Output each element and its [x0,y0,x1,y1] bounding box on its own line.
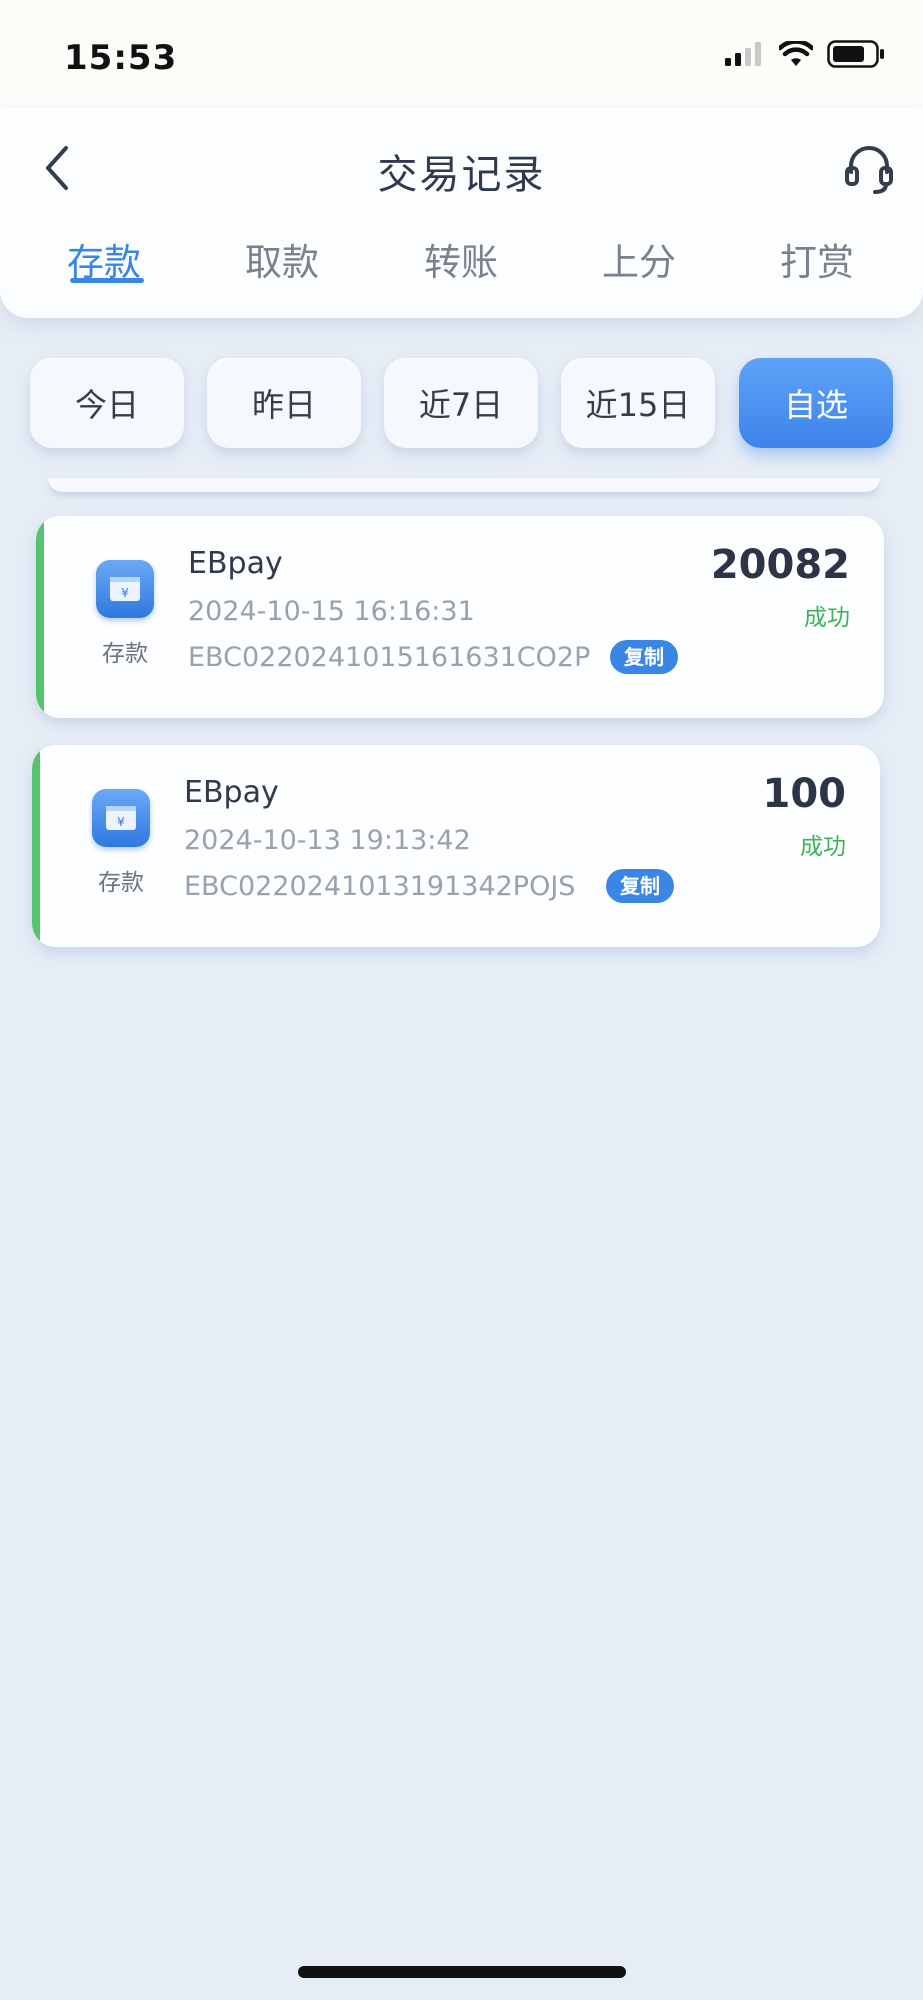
filter-today[interactable]: 今日 [30,358,184,448]
copy-order-button[interactable]: 复制 [610,640,678,674]
headset-icon [845,146,893,194]
date-filters: 今日 昨日 近7日 近15日 自选 [30,358,896,450]
record-status-stripe [36,516,44,718]
record-type-label: 存款 [102,641,148,667]
page-title: 交易记录 [377,152,546,198]
record-status: 成功 [804,605,850,631]
svg-text:¥: ¥ [117,815,125,829]
record-status-stripe [32,745,40,947]
transaction-record[interactable]: ¥ 存款 EBpay 2024-10-13 19:13:42 EBC022024… [32,745,880,947]
wallet-yen-icon: ¥ [96,560,154,618]
battery-icon [827,40,884,68]
status-icons [725,40,885,68]
copy-order-button[interactable]: 复制 [606,869,674,903]
tab-withdraw[interactable]: 取款 [222,232,342,286]
wallet-yen-icon: ¥ [92,789,150,847]
record-type-tabs: 存款 取款 转账 上分 打赏 [0,232,923,312]
record-time: 2024-10-13 19:13:42 [184,825,471,856]
filter-last-15-days[interactable]: 近15日 [561,358,715,448]
filter-yesterday[interactable]: 昨日 [207,358,361,448]
order-number: EBC0220241013191342POJS [184,871,576,902]
list-top-edge [48,478,880,492]
record-type-label: 存款 [98,870,144,896]
record-amount: 100 [762,771,847,817]
transaction-record[interactable]: ¥ 存款 EBpay 2024-10-15 16:16:31 EBC022024… [36,516,884,718]
payment-channel: EBpay [184,775,279,810]
record-status: 成功 [800,834,846,860]
tab-tip[interactable]: 打赏 [757,232,877,286]
filter-last-7-days[interactable]: 近7日 [384,358,538,448]
record-amount: 20082 [710,542,850,588]
svg-text:¥: ¥ [121,586,129,600]
signal-icon [725,42,761,66]
tab-top-up-points[interactable]: 上分 [579,232,699,286]
customer-service-button[interactable] [839,138,899,198]
order-number: EBC0220241015161631CO2P [188,642,591,673]
status-bar: 15:53 [0,0,923,108]
active-tab-indicator [70,278,144,283]
payment-channel: EBpay [188,546,283,581]
status-time: 15:53 [64,38,178,78]
wifi-icon [779,41,813,66]
filter-custom[interactable]: 自选 [739,358,893,448]
home-indicator[interactable] [298,1966,626,1978]
transaction-records-page: 15:53 交易记录 存款 取款 转账 上分 打赏 今日 昨日 近7日 近15日… [0,0,923,2000]
header: 交易记录 存款 取款 转账 上分 打赏 [0,108,923,318]
record-time: 2024-10-15 16:16:31 [188,596,475,627]
tab-transfer[interactable]: 转账 [401,232,521,286]
